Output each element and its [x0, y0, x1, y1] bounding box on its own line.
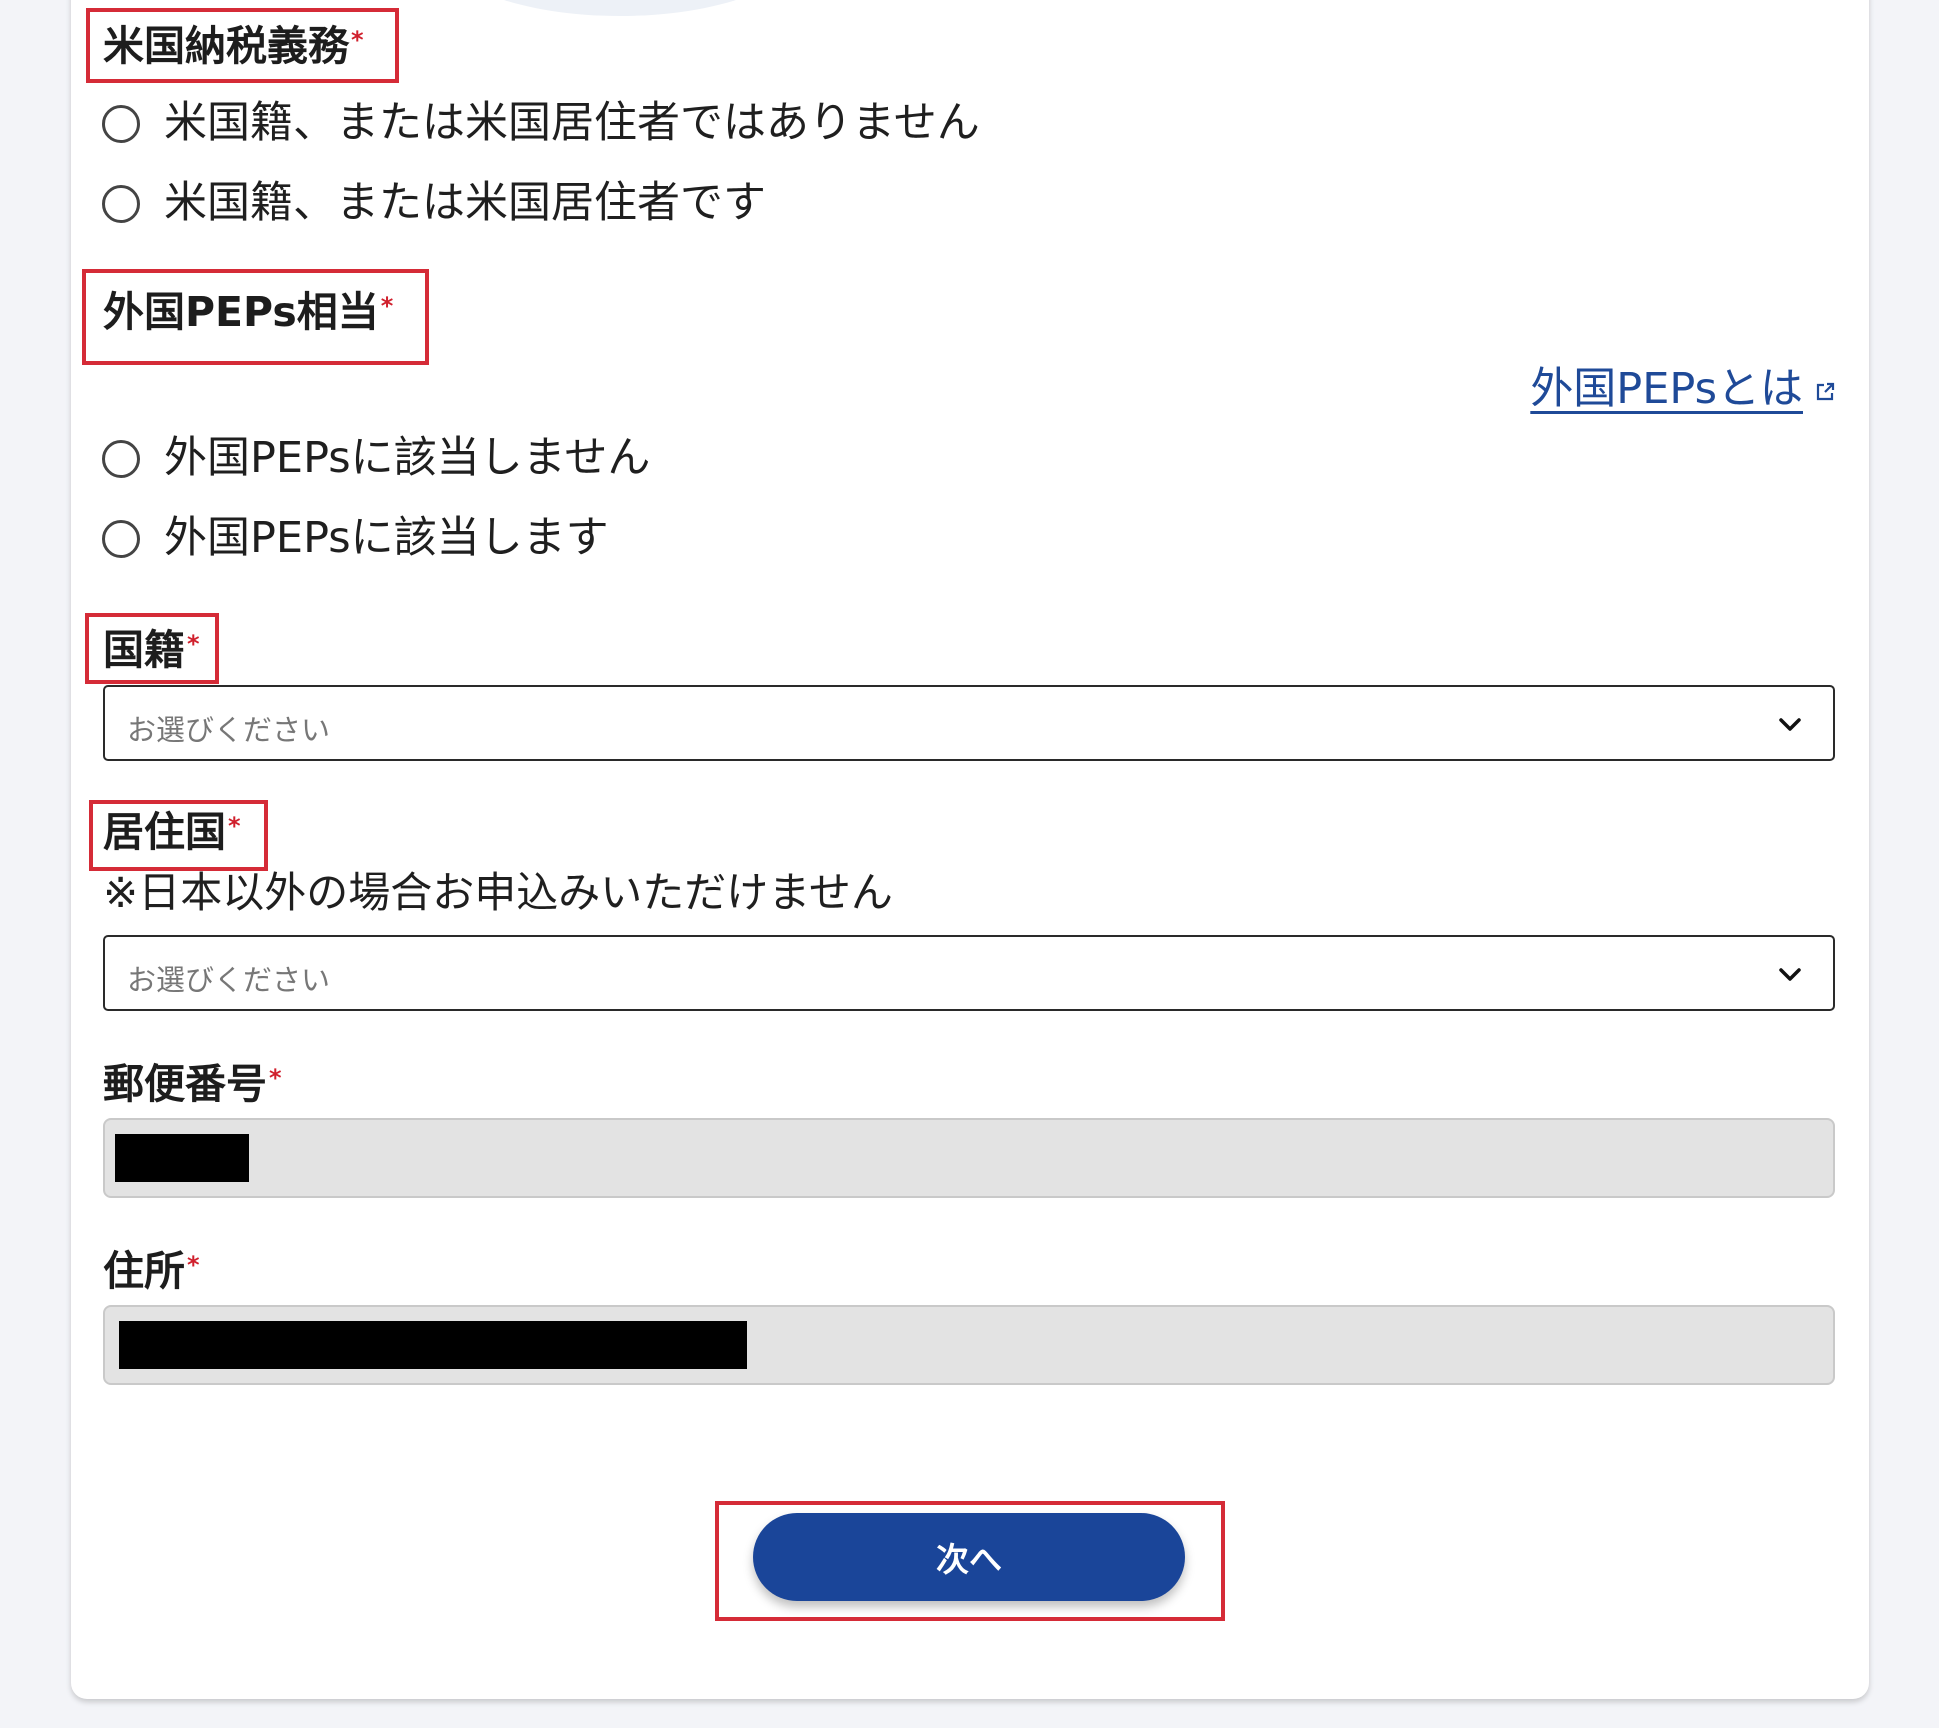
foreign-peps-option-yes[interactable]: 外国PEPsに該当します [102, 517, 609, 560]
foreign-peps-option-no[interactable]: 外国PEPsに該当しません [102, 437, 650, 480]
select-placeholder: お選びください [127, 713, 331, 747]
foreign-peps-info-link[interactable]: 外国PEPsとは [1530, 354, 1835, 416]
radio-button[interactable] [102, 184, 140, 223]
postal-code-label: 郵便番号* [103, 1060, 282, 1108]
foreign-peps-label: 外国PEPs相当* [103, 288, 394, 336]
radio-label: 外国PEPsに該当します [164, 513, 609, 563]
required-mark: * [187, 1251, 200, 1279]
chevron-down-icon [1779, 718, 1801, 731]
select-placeholder: お選びください [127, 963, 331, 997]
residence-note: ※日本以外の場合お申込みいただけません [103, 868, 893, 917]
radio-button[interactable] [102, 519, 140, 558]
address-field [103, 1305, 1835, 1385]
link-text: 外国PEPsとは [1530, 364, 1803, 414]
form-card [71, 0, 1869, 1699]
postal-code-field [103, 1118, 1835, 1198]
radio-button[interactable] [102, 439, 140, 478]
required-mark: * [228, 812, 241, 840]
radio-label: 米国籍、または米国居住者ではありません [164, 98, 980, 148]
radio-button[interactable] [102, 104, 140, 143]
required-mark: * [351, 26, 364, 54]
us-tax-option-us[interactable]: 米国籍、または米国居住者です [102, 182, 766, 225]
required-mark: * [269, 1064, 282, 1092]
radio-label: 米国籍、または米国居住者です [164, 178, 766, 228]
us-tax-label: 米国納税義務* [103, 22, 364, 70]
us-tax-option-not-us[interactable]: 米国籍、または米国居住者ではありません [102, 102, 980, 145]
redacted-value [115, 1134, 249, 1182]
nationality-select[interactable]: お選びください [103, 685, 1835, 761]
residence-label: 居住国* [103, 808, 241, 856]
residence-select[interactable]: お選びください [103, 935, 1835, 1011]
nationality-label: 国籍* [103, 626, 200, 674]
required-mark: * [380, 292, 394, 320]
address-label: 住所* [103, 1247, 200, 1295]
next-button[interactable]: 次へ [753, 1513, 1185, 1601]
required-mark: * [187, 630, 200, 658]
redacted-value [119, 1321, 747, 1369]
radio-label: 外国PEPsに該当しません [164, 433, 651, 483]
external-link-icon [1816, 382, 1835, 401]
chevron-down-icon [1779, 968, 1801, 981]
